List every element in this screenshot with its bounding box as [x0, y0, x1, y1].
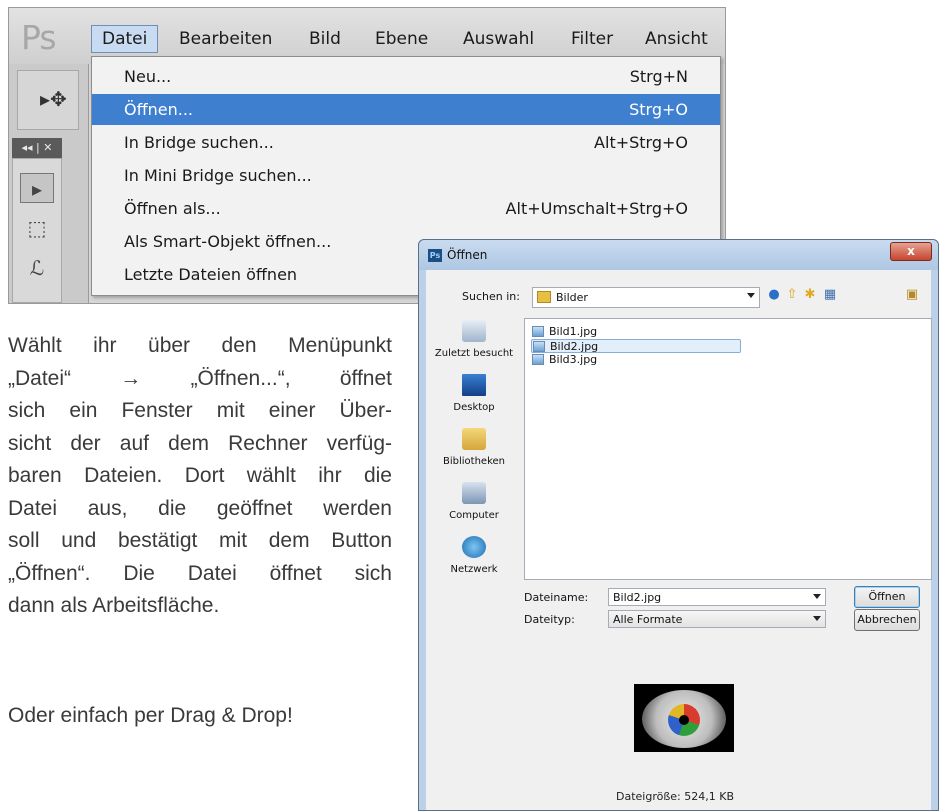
image-file-icon	[532, 326, 544, 337]
menu-ansicht[interactable]: Ansicht	[645, 29, 708, 49]
photoshop-logo: Ps	[21, 18, 57, 57]
file-item-selected[interactable]: Bild2.jpg	[531, 339, 741, 353]
drag-drop-note: Oder einfach per Drag & Drop!	[8, 704, 293, 727]
libraries-icon	[462, 428, 486, 450]
dialog-title: Öffnen	[447, 248, 488, 262]
chevron-down-icon	[813, 616, 821, 621]
chevron-down-icon	[747, 293, 755, 298]
back-icon[interactable]: ●	[766, 287, 782, 303]
tools-panel-header[interactable]: ◂◂ | ✕	[12, 138, 62, 158]
description-line: baren Dateien. Dort wählt ihr die	[8, 464, 392, 487]
description-line: „Öffnen“. Die Datei öffnet sich	[8, 561, 392, 585]
description-line: sicht der auf dem Rechner verfüg-	[8, 431, 392, 455]
description-paragraph: Wählt ihr über den Menüpunkt „Datei“ → „…	[8, 330, 392, 623]
filename-input[interactable]: Bild2.jpg	[608, 588, 826, 606]
network-globe-icon	[462, 536, 486, 558]
look-in-label: Suchen in:	[462, 290, 520, 303]
place-bibliotheken[interactable]: Bibliotheken	[430, 426, 518, 480]
image-preview	[634, 684, 734, 752]
description-line: sich ein Fenster mit einer Über-	[8, 399, 392, 422]
place-netzwerk[interactable]: Netzwerk	[430, 534, 518, 588]
dialog-titlebar[interactable]: Ps Öffnen x	[419, 240, 938, 270]
open-button[interactable]: Öffnen	[854, 586, 920, 608]
recent-places-icon	[462, 320, 486, 342]
marquee-tool-icon[interactable]: ⬚	[20, 213, 54, 243]
menu-item-neu[interactable]: Neu... Strg+N	[92, 61, 720, 92]
tool-panel-area: ▸✥ ◂◂ | ✕ ▸ ⬚ ℒ	[9, 64, 89, 303]
view-menu-icon[interactable]: ▦	[822, 287, 838, 303]
description-line: „Datei“ → „Öffnen...“, öffnet	[8, 366, 392, 390]
file-list: Bild1.jpg Bild2.jpg Bild3.jpg	[524, 318, 932, 580]
menu-bearbeiten[interactable]: Bearbeiten	[179, 29, 272, 49]
folder-icon	[537, 291, 551, 303]
favorites-folder-icon[interactable]: ▣	[904, 287, 920, 303]
place-computer[interactable]: Computer	[430, 480, 518, 534]
filetype-select[interactable]: Alle Formate	[608, 610, 826, 628]
move-tool-icon[interactable]: ▸	[20, 173, 54, 203]
menu-auswahl[interactable]: Auswahl	[463, 29, 534, 49]
cancel-button[interactable]: Abbrechen	[854, 609, 920, 631]
description-line: Wählt ihr über den Menüpunkt	[8, 334, 392, 357]
description-line: Datei aus, die geöffnet werden	[8, 496, 392, 520]
menu-filter[interactable]: Filter	[571, 29, 613, 49]
new-folder-icon[interactable]: ✱	[802, 287, 818, 303]
close-button[interactable]: x	[890, 242, 932, 261]
chevron-down-icon	[813, 594, 821, 599]
filename-label: Dateiname:	[524, 591, 589, 604]
description-line: soll und bestätigt mit dem Button	[8, 529, 392, 552]
menu-item-oeffnen-als[interactable]: Öffnen als... Alt+Umschalt+Strg+O	[92, 193, 720, 224]
computer-icon	[462, 482, 486, 504]
file-size-label: Dateigröße: 524,1 KB	[616, 790, 734, 803]
options-bar-move-tool[interactable]: ▸✥	[17, 70, 79, 130]
photoshop-app-icon: Ps	[428, 249, 442, 262]
menu-ebene[interactable]: Ebene	[375, 29, 428, 49]
eye-pupil	[679, 715, 689, 725]
description-line: dann als Arbeitsfläche.	[8, 594, 220, 617]
menu-bild[interactable]: Bild	[309, 29, 341, 49]
lasso-tool-icon[interactable]: ℒ	[20, 253, 54, 283]
look-in-value: Bilder	[556, 291, 588, 304]
menu-item-mini-bridge[interactable]: In Mini Bridge suchen...	[92, 160, 720, 191]
filetype-label: Dateityp:	[524, 613, 575, 626]
open-file-dialog: Ps Öffnen x Suchen in: Bilder ● ⇧ ✱ ▦ ▣ …	[418, 239, 939, 811]
place-desktop[interactable]: Desktop	[430, 372, 518, 426]
menu-item-bridge[interactable]: In Bridge suchen... Alt+Strg+O	[92, 127, 720, 158]
tools-panel: ▸ ⬚ ℒ	[12, 158, 62, 303]
menu-datei[interactable]: Datei	[91, 25, 159, 53]
move-tool-icon: ▸✥	[40, 87, 67, 111]
image-file-icon	[532, 354, 544, 365]
up-folder-icon[interactable]: ⇧	[784, 287, 800, 303]
image-file-icon	[533, 341, 545, 352]
file-item[interactable]: Bild3.jpg	[531, 353, 741, 367]
places-bar: Zuletzt besucht Desktop Bibliotheken Com…	[430, 318, 518, 580]
menu-item-oeffnen[interactable]: Öffnen... Strg+O	[92, 94, 720, 125]
look-in-combobox[interactable]: Bilder	[532, 287, 760, 308]
place-zuletzt-besucht[interactable]: Zuletzt besucht	[430, 318, 518, 372]
desktop-icon	[462, 374, 486, 396]
dialog-body: Suchen in: Bilder ● ⇧ ✱ ▦ ▣ Zuletzt besu…	[426, 270, 932, 810]
file-item[interactable]: Bild1.jpg	[531, 325, 741, 339]
